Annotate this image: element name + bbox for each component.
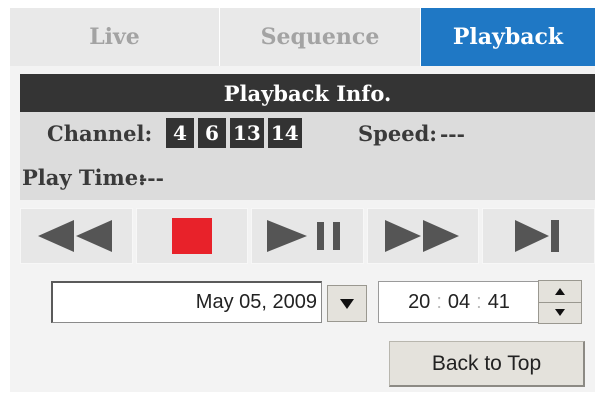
fast-forward-button[interactable]: [366, 208, 480, 264]
playback-info-body: Channel: 4 6 13 14 Speed: --- Play Time:…: [20, 112, 595, 200]
play-pause-button[interactable]: [251, 208, 364, 264]
time-second[interactable]: 41: [488, 291, 510, 314]
playback-controls: [20, 208, 595, 264]
time-separator: :: [476, 290, 482, 313]
tab-playback[interactable]: Playback: [421, 8, 595, 66]
time-increment-button[interactable]: [539, 281, 581, 302]
next-frame-icon: [514, 220, 559, 252]
date-value: May 05, 2009: [195, 291, 317, 313]
fast-forward-icon: [385, 220, 460, 252]
playback-info-header: Playback Info.: [20, 74, 595, 112]
tab-bar: Live Sequence Playback: [10, 8, 595, 66]
date-field[interactable]: May 05, 2009: [51, 281, 322, 323]
tab-sequence[interactable]: Sequence: [220, 8, 421, 66]
play-time-value: ---: [139, 166, 164, 190]
channel-badge: 13: [230, 118, 264, 148]
arrow-down-icon: [555, 309, 565, 317]
next-frame-button[interactable]: [482, 208, 595, 264]
channel-list: 4 6 13 14: [166, 118, 302, 148]
stop-icon: [171, 218, 212, 254]
channel-badge: 6: [198, 118, 226, 148]
date-dropdown-button[interactable]: [327, 285, 367, 322]
play-pause-icon: [267, 220, 341, 252]
channel-badge: 14: [267, 118, 302, 148]
time-minute[interactable]: 04: [448, 291, 470, 314]
time-separator: :: [436, 290, 442, 313]
stop-button[interactable]: [135, 208, 249, 264]
channel-badge: 4: [166, 118, 194, 148]
tab-live[interactable]: Live: [10, 8, 220, 66]
time-spinner: [538, 280, 582, 324]
rewind-icon: [38, 220, 113, 252]
time-hour[interactable]: 20: [408, 291, 430, 314]
back-to-top-button[interactable]: Back to Top: [389, 341, 585, 387]
speed-label: Speed:: [358, 121, 438, 146]
channel-label: Channel:: [47, 121, 153, 146]
arrow-up-icon: [555, 287, 565, 295]
chevron-down-icon: [340, 298, 354, 309]
speed-value: ---: [440, 122, 465, 146]
time-field[interactable]: 20 : 04 : 41: [378, 281, 540, 323]
play-time-label: Play Time:: [22, 165, 146, 190]
playback-info-title: Playback Info.: [223, 80, 392, 106]
time-decrement-button[interactable]: [539, 301, 581, 323]
rewind-button[interactable]: [20, 208, 133, 264]
